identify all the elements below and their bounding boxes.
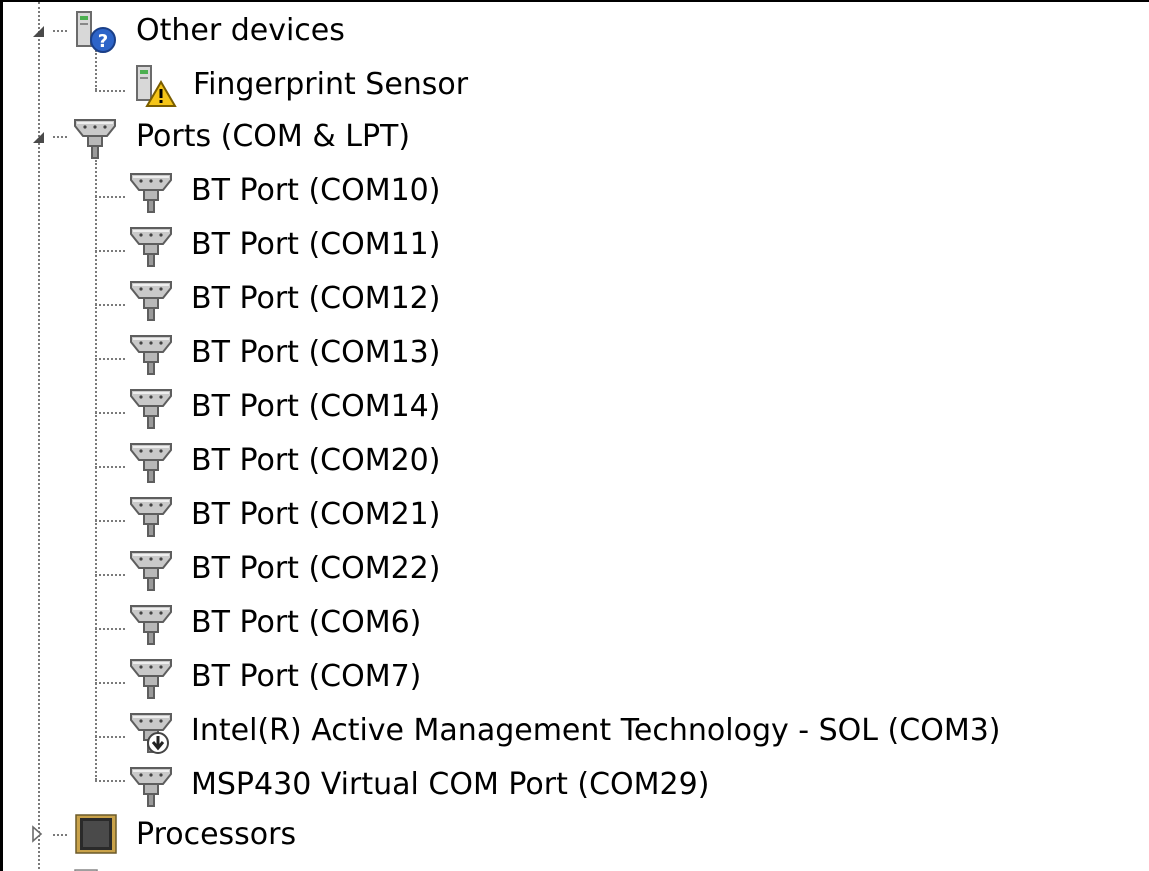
tree-line	[95, 736, 125, 738]
warning-device-icon	[129, 62, 177, 110]
tree-item-port[interactable]: BT Port (COM20)	[3, 434, 1149, 488]
tree-item-label: BT Port (COM10)	[191, 173, 441, 208]
port-connector-icon	[127, 222, 175, 270]
port-connector-icon	[127, 600, 175, 648]
tree-line	[95, 574, 125, 576]
tree-line	[95, 780, 125, 782]
port-connector-icon	[127, 654, 175, 702]
tree-item-port[interactable]: BT Port (COM6)	[3, 596, 1149, 650]
tree-line	[95, 466, 125, 468]
expand-arrow-icon[interactable]	[27, 824, 47, 844]
tree-item-label: BT Port (COM6)	[191, 605, 422, 640]
tree-item-label: BT Port (COM21)	[191, 497, 441, 532]
unknown-device-icon: ?	[71, 8, 119, 56]
tree-line	[95, 358, 125, 360]
tree-item-label: Fingerprint Sensor	[193, 67, 469, 102]
device-tree: ? Other devices Fingerprint Sensor Ports…	[0, 0, 1149, 871]
tree-line	[95, 250, 125, 252]
port-connector-icon	[127, 762, 175, 810]
tree-line	[95, 304, 125, 306]
tree-item-label: BT Port (COM11)	[191, 227, 441, 262]
tree-item-label: MSP430 Virtual COM Port (COM29)	[191, 767, 710, 802]
partial-device-icon	[71, 863, 101, 871]
tree-item-port[interactable]: BT Port (COM14)	[3, 380, 1149, 434]
tree-line	[95, 682, 125, 684]
tree-line	[95, 628, 125, 630]
tree-node-other-devices[interactable]: ? Other devices	[3, 4, 1149, 58]
tree-node-label: Ports (COM & LPT)	[136, 119, 411, 154]
tree-item-port[interactable]: BT Port (COM13)	[3, 326, 1149, 380]
collapse-arrow-icon[interactable]	[29, 22, 49, 42]
port-connector-icon	[127, 330, 175, 378]
port-connector-icon	[127, 168, 175, 216]
tree-line	[95, 520, 125, 522]
tree-item-label: BT Port (COM7)	[191, 659, 422, 694]
port-connector-icon	[127, 546, 175, 594]
tree-item-label: BT Port (COM13)	[191, 335, 441, 370]
tree-item-label: Intel(R) Active Management Technology - …	[191, 713, 1001, 748]
port-disabled-icon	[127, 708, 175, 756]
svg-text:?: ?	[98, 31, 108, 52]
tree-line	[95, 90, 125, 92]
tree-item-label: BT Port (COM14)	[191, 389, 441, 424]
tree-item-port[interactable]: BT Port (COM7)	[3, 650, 1149, 704]
tree-node-label: Processors	[136, 817, 297, 852]
tree-item-fingerprint-sensor[interactable]: Fingerprint Sensor	[3, 58, 1149, 112]
tree-item-port[interactable]: BT Port (COM12)	[3, 272, 1149, 326]
port-connector-icon	[127, 384, 175, 432]
tree-item-label: BT Port (COM20)	[191, 443, 441, 478]
port-connector-icon	[71, 114, 119, 162]
tree-item-port[interactable]: BT Port (COM21)	[3, 488, 1149, 542]
processor-chip-icon	[73, 813, 119, 855]
port-connector-icon	[127, 492, 175, 540]
tree-item-port[interactable]: MSP430 Virtual COM Port (COM29)	[3, 758, 1149, 812]
port-connector-icon	[127, 438, 175, 486]
tree-item-port[interactable]: BT Port (COM11)	[3, 218, 1149, 272]
tree-item-port[interactable]: Intel(R) Active Management Technology - …	[3, 704, 1149, 758]
tree-line	[95, 412, 125, 414]
tree-item-label: BT Port (COM12)	[191, 281, 441, 316]
tree-line	[95, 196, 125, 198]
tree-item-label: BT Port (COM22)	[191, 551, 441, 586]
tree-item-port[interactable]: BT Port (COM22)	[3, 542, 1149, 596]
tree-node-label: Other devices	[136, 13, 345, 48]
collapse-arrow-icon[interactable]	[29, 128, 49, 148]
port-connector-icon	[127, 276, 175, 324]
tree-item-port[interactable]: BT Port (COM10)	[3, 164, 1149, 218]
tree-node-processors[interactable]: Processors	[3, 808, 1149, 862]
tree-node-ports[interactable]: Ports (COM & LPT)	[3, 110, 1149, 164]
